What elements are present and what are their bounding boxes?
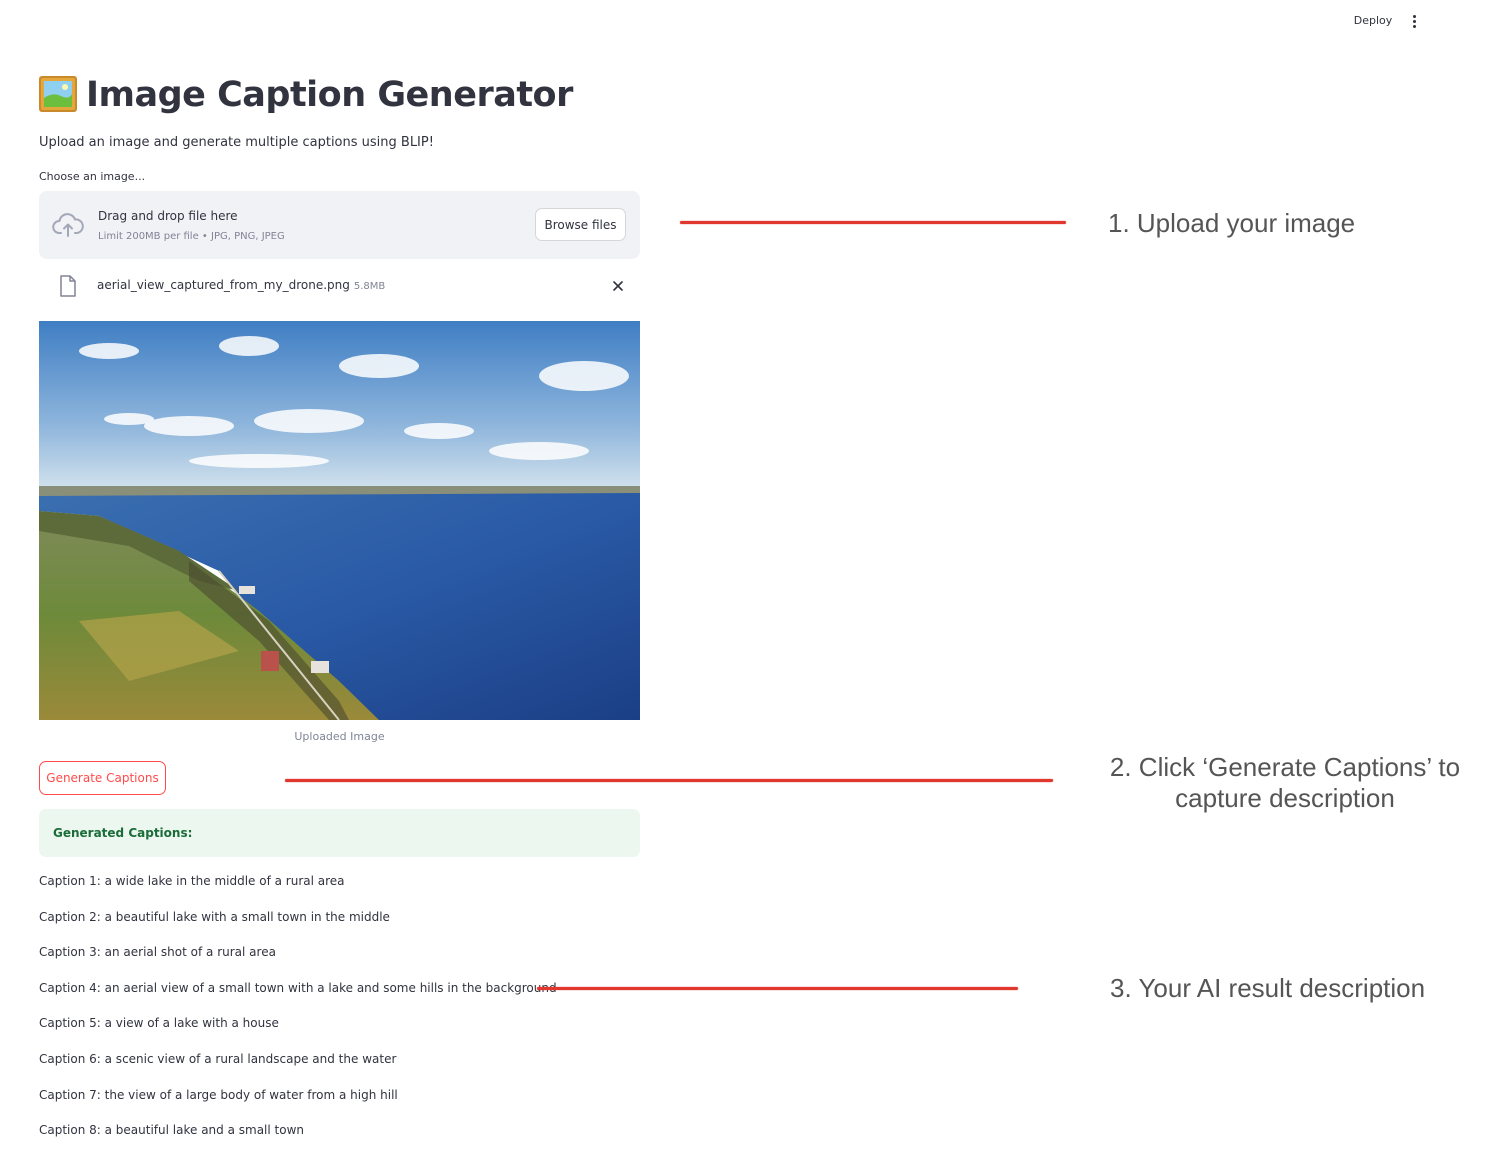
annotation-line-3 bbox=[537, 987, 1018, 990]
annotation-step-2: 2. Click ‘Generate Captions’ to capture … bbox=[1109, 752, 1461, 813]
annotation-line-1 bbox=[680, 221, 1066, 224]
generate-captions-button[interactable]: Generate Captions bbox=[39, 761, 166, 795]
deploy-button[interactable]: Deploy bbox=[1342, 10, 1404, 32]
caption-item: Caption 3: an aerial shot of a rural are… bbox=[39, 945, 276, 960]
caption-item: Caption 6: a scenic view of a rural land… bbox=[39, 1051, 397, 1066]
caption-item: Caption 7: the view of a large body of w… bbox=[39, 1087, 398, 1102]
dropzone-instructions: Drag and drop file here bbox=[98, 209, 238, 223]
more-vertical-icon[interactable] bbox=[1404, 10, 1424, 32]
caption-item: Caption 8: a beautiful lake and a small … bbox=[39, 1123, 304, 1138]
image-caption: Uploaded Image bbox=[294, 730, 385, 743]
uploaded-file-name: aerial_view_captured_from_my_drone.png 5.… bbox=[97, 276, 385, 296]
file-icon bbox=[59, 275, 77, 297]
file-dropzone[interactable]: Drag and drop file here Limit 200MB per … bbox=[39, 191, 640, 259]
framed-picture-icon bbox=[39, 76, 77, 112]
file-size: 5.8MB bbox=[353, 281, 386, 292]
close-icon[interactable] bbox=[608, 276, 628, 296]
dropzone-limit: Limit 200MB per file • JPG, PNG, JPEG bbox=[98, 231, 285, 242]
annotation-step-3: 3. Your AI result description bbox=[1110, 973, 1426, 1003]
success-alert: Generated Captions: bbox=[39, 809, 640, 857]
caption-item: Caption 1: a wide lake in the middle of … bbox=[39, 874, 345, 888]
success-alert-text: Generated Captions: bbox=[53, 826, 193, 840]
page-title: Image Caption Generator bbox=[86, 75, 573, 115]
caption-item: Caption 5: a view of a lake with a house bbox=[39, 1016, 279, 1031]
browse-files-button[interactable]: Browse files bbox=[535, 208, 626, 241]
file-name-text: aerial_view_captured_from_my_drone.png bbox=[97, 278, 350, 292]
uploader-label: Choose an image... bbox=[39, 170, 146, 183]
annotation-step-1: 1. Upload your image bbox=[1108, 208, 1356, 238]
cloud-upload-icon bbox=[52, 212, 84, 238]
page-subtitle: Upload an image and generate multiple ca… bbox=[39, 135, 434, 150]
uploaded-image bbox=[39, 321, 640, 720]
captions-list: Caption 1: a wide lake in the middle of … bbox=[39, 870, 659, 1155]
annotation-line-2 bbox=[285, 779, 1053, 782]
caption-item: Caption 2: a beautiful lake with a small… bbox=[39, 909, 390, 924]
caption-item: Caption 4: an aerial view of a small tow… bbox=[39, 980, 557, 995]
